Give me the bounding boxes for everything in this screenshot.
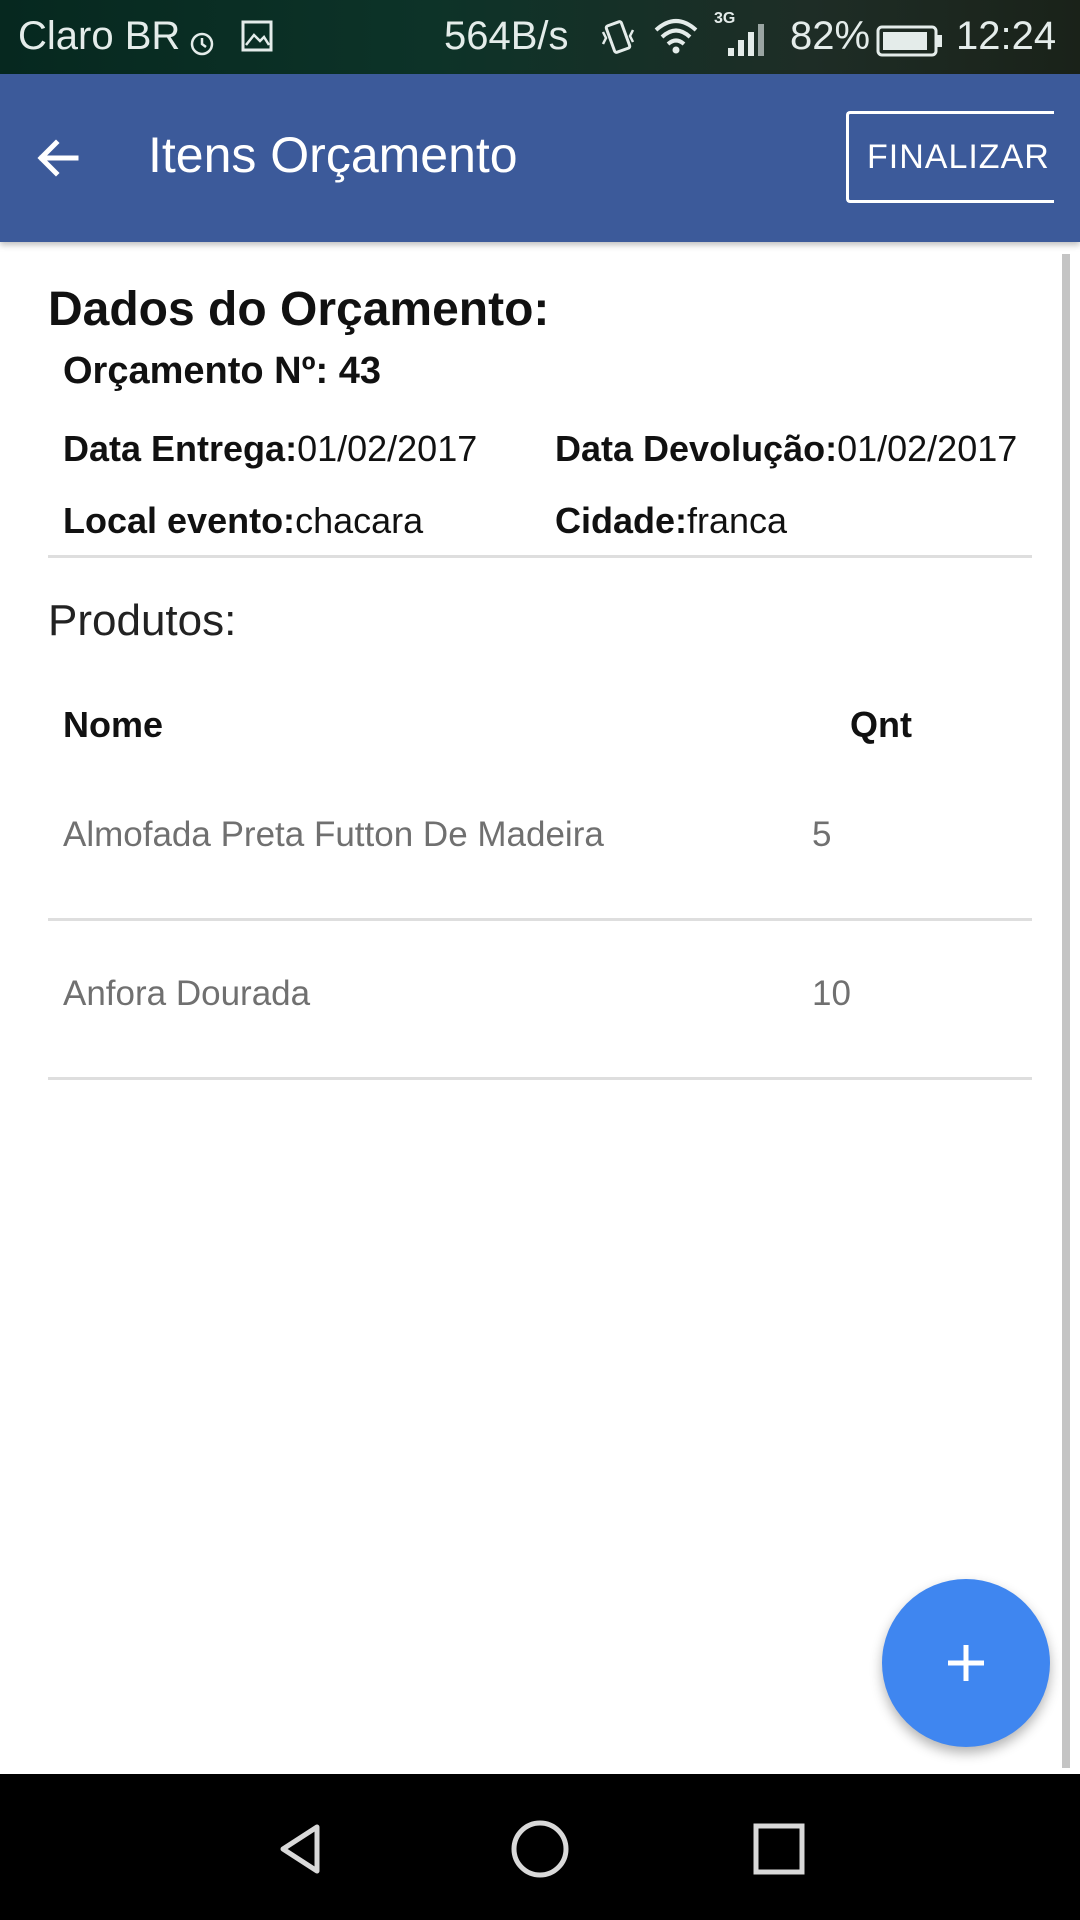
product-qty: 10 [812, 974, 851, 1013]
signal-icon [726, 18, 774, 68]
city-value: franca [687, 500, 788, 541]
finalize-button[interactable]: FINALIZAR [846, 111, 1054, 203]
return-date-value: 01/02/2017 [837, 428, 1018, 469]
battery-percent: 82% [790, 14, 871, 58]
back-button[interactable] [28, 128, 88, 188]
add-item-button[interactable] [882, 1579, 1050, 1747]
return-date: Data Devolução:01/02/2017 [555, 428, 1017, 470]
product-name: Anfora Dourada [63, 974, 311, 1013]
column-header-name: Nome [63, 704, 164, 745]
plus-icon [948, 1645, 984, 1681]
budget-number: Orçamento Nº: 43 [63, 350, 381, 392]
delivery-date-value: 01/02/2017 [297, 428, 478, 469]
page-title: Itens Orçamento [148, 127, 518, 183]
scrollbar[interactable] [1062, 254, 1070, 1768]
delivery-date-label: Data Entrega: [63, 428, 298, 469]
triangle-back-icon [280, 1824, 320, 1874]
vibrate-icon [600, 18, 636, 66]
city-label: Cidade: [555, 500, 688, 541]
delivery-date: Data Entrega:01/02/2017 [63, 428, 477, 470]
row-divider [48, 918, 1032, 921]
carrier-name: Claro BR [18, 14, 181, 58]
event-location-label: Local evento: [63, 500, 296, 541]
event-location: Local evento:chacara [63, 500, 423, 542]
budget-section-title: Dados do Orçamento: [48, 283, 550, 336]
divider [48, 555, 1032, 558]
nav-back-button[interactable] [256, 1804, 346, 1894]
row-divider [48, 1077, 1032, 1080]
nav-home-button[interactable] [495, 1804, 585, 1894]
image-icon [240, 18, 274, 63]
navigation-bar [0, 1774, 1080, 1920]
product-qty: 5 [812, 815, 832, 854]
budget-content[interactable]: Dados do Orçamento: Orçamento Nº: 43 Dat… [0, 242, 1080, 1774]
net-speed: 564B/s [444, 14, 569, 58]
battery-icon [876, 22, 944, 67]
arrow-back-icon [37, 139, 79, 177]
circle-home-icon [511, 1820, 569, 1878]
alarm-icon [188, 22, 216, 67]
app-bar: Itens Orçamento FINALIZAR [0, 74, 1080, 242]
square-recents-icon [753, 1823, 805, 1875]
column-header-qty: Qnt [850, 704, 912, 745]
clock-time: 12:24 [956, 14, 1057, 58]
status-bar: Claro BR 564B/s 3G 82% 12:24 [0, 0, 1080, 74]
products-title: Produtos: [48, 596, 237, 645]
city: Cidade:franca [555, 500, 787, 542]
wifi-icon [652, 16, 700, 64]
event-location-value: chacara [295, 500, 424, 541]
product-name: Almofada Preta Futton De Madeira [63, 815, 604, 854]
return-date-label: Data Devolução: [555, 428, 838, 469]
nav-recents-button[interactable] [734, 1804, 824, 1894]
